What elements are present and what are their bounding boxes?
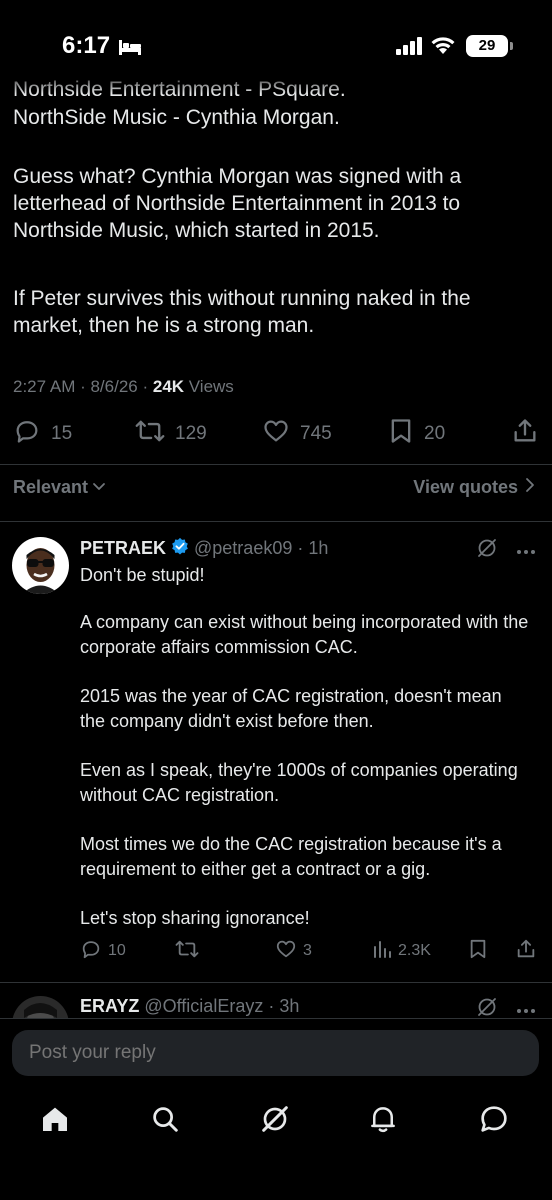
search-icon <box>150 1104 180 1139</box>
bookmark-icon <box>388 417 414 451</box>
divider <box>0 464 552 465</box>
reply-header-actions <box>476 537 536 564</box>
analytics-icon <box>372 939 392 964</box>
chevron-right-icon <box>524 477 536 498</box>
heart-icon <box>275 938 297 965</box>
reply-paragraph: Don't be stupid! <box>80 565 205 585</box>
nav-messages[interactable] <box>472 1099 516 1143</box>
bookmark-button[interactable] <box>468 936 488 966</box>
share-button[interactable] <box>511 417 539 451</box>
tweet-paragraph-2: Guess what? Cynthia Morgan was signed wi… <box>13 165 462 242</box>
reply-button[interactable]: 10 <box>80 936 126 966</box>
view-quotes-link[interactable]: View quotes <box>413 477 536 498</box>
divider <box>0 521 552 522</box>
reply-count: 10 <box>108 942 126 959</box>
reply-paragraph: A company can exist without being incorp… <box>80 612 529 657</box>
sort-dropdown[interactable]: Relevant <box>13 477 106 498</box>
reply-icon <box>13 417 41 451</box>
author-name[interactable]: ERAYZ <box>80 996 139 1017</box>
author-handle[interactable]: @OfficialErayz <box>144 996 263 1017</box>
repost-icon <box>135 417 165 451</box>
verified-badge-icon <box>171 537 189 560</box>
share-button[interactable] <box>515 936 537 966</box>
reply-paragraph: Most times we do the CAC registration be… <box>80 834 502 879</box>
repost-count: 129 <box>175 423 207 444</box>
status-bar: 6:17 29 <box>0 0 552 80</box>
bookmark-button[interactable]: 20 <box>388 417 445 451</box>
grok-icon <box>259 1103 291 1140</box>
avatar[interactable] <box>12 537 69 594</box>
like-count: 3 <box>303 942 312 959</box>
nav-grok[interactable] <box>253 1099 297 1143</box>
tweet-paragraph-3: If Peter survives this without running n… <box>13 287 471 337</box>
status-time: 6:17 <box>62 32 111 59</box>
reply-button[interactable]: 15 <box>13 417 72 451</box>
reply-input[interactable] <box>12 1030 539 1076</box>
heart-icon <box>262 417 290 451</box>
sleep-focus-icon <box>118 38 142 61</box>
author-name[interactable]: PETRAEK <box>80 538 166 559</box>
battery-tip <box>510 42 513 50</box>
reply-icon <box>80 938 102 965</box>
reply-paragraph: Even as I speak, they're 1000s of compan… <box>80 760 518 805</box>
more-options-icon[interactable] <box>516 1001 536 1019</box>
share-icon <box>511 417 539 451</box>
tweet-views-label: Views <box>184 377 234 396</box>
nav-notifications[interactable] <box>361 1099 405 1143</box>
tweet-timestamp: 2:27 AM · 8/6/26 · <box>13 377 153 396</box>
nav-search[interactable] <box>143 1099 187 1143</box>
post-time: · 1h <box>297 538 329 558</box>
reply-action-bar: 10 3 2.3K <box>0 936 552 966</box>
home-icon <box>39 1103 71 1140</box>
view-quotes-label: View quotes <box>413 477 518 497</box>
bookmark-icon <box>468 938 488 965</box>
sort-label: Relevant <box>13 477 89 497</box>
wifi-icon <box>430 35 456 60</box>
tweet-action-bar: 15 129 745 20 <box>0 417 552 451</box>
bookmark-count: 20 <box>424 423 446 444</box>
messages-icon <box>478 1103 510 1140</box>
repost-button[interactable]: 129 <box>135 417 207 451</box>
views-count: 2.3K <box>398 942 431 959</box>
author-handle[interactable]: @petraek09 <box>194 538 292 559</box>
post-time: · 3h <box>268 996 300 1016</box>
tweet-line-2: NorthSide Music - Cynthia Morgan. <box>13 106 340 129</box>
battery-level: 29 <box>466 35 508 57</box>
like-button[interactable]: 745 <box>262 417 332 451</box>
chevron-down-icon <box>92 477 106 498</box>
reply-header: ERAYZ @OfficialErayz · 3h <box>80 996 299 1017</box>
nav-home[interactable] <box>33 1099 77 1143</box>
reply-count: 15 <box>51 423 73 444</box>
cellular-signal-icon <box>396 37 424 60</box>
reply-header: PETRAEK @petraek09 · 1h <box>80 537 328 560</box>
repost-button[interactable] <box>175 936 199 966</box>
reply-paragraph: 2015 was the year of CAC registration, d… <box>80 686 502 731</box>
like-count: 745 <box>300 423 332 444</box>
reply-paragraph: Let's stop sharing ignorance! <box>80 908 310 928</box>
like-button[interactable]: 3 <box>275 936 312 966</box>
tweet-meta: 2:27 AM · 8/6/26 · 24K Views <box>13 377 234 397</box>
grok-icon[interactable] <box>476 537 498 564</box>
divider <box>0 982 552 983</box>
tweet-views-count[interactable]: 24K <box>153 377 184 396</box>
notifications-icon <box>368 1104 398 1139</box>
more-options-icon[interactable] <box>516 542 536 560</box>
repost-icon <box>175 938 199 965</box>
share-icon <box>515 938 537 965</box>
reply-composer-bar <box>0 1018 552 1200</box>
views-button[interactable]: 2.3K <box>372 936 431 966</box>
bottom-nav <box>0 1099 552 1143</box>
